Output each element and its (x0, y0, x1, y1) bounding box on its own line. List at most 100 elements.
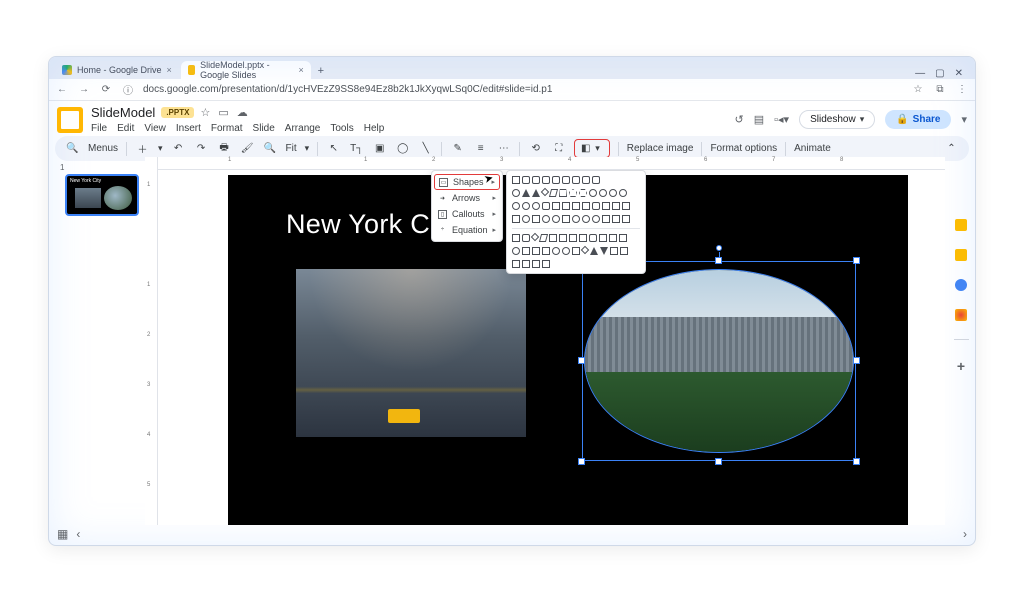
minimize-icon[interactable]: ― (915, 68, 925, 79)
shape-pie[interactable] (512, 202, 520, 210)
redo-icon[interactable]: ↷ (194, 141, 209, 156)
shape-pentagon[interactable] (569, 189, 577, 197)
menu-help[interactable]: Help (364, 123, 385, 134)
resize-handle[interactable] (853, 357, 860, 364)
selected-image-frame[interactable] (582, 261, 856, 461)
shape-flow-seq-access[interactable] (512, 260, 520, 268)
shape-flow-tape[interactable] (542, 247, 550, 255)
contacts-addon-icon[interactable] (955, 279, 967, 291)
slide-canvas[interactable]: New York City (158, 170, 945, 525)
shape-snip-rect[interactable] (532, 176, 540, 184)
shape-octagon[interactable] (599, 189, 607, 197)
shape-flow-predef[interactable] (549, 234, 557, 242)
cloud-status-icon[interactable]: ☁ (237, 106, 248, 119)
shape-snip-rect-2[interactable] (542, 176, 550, 184)
share-button[interactable]: 🔒 Share (885, 110, 951, 129)
zoom-icon[interactable]: 🔍 (263, 141, 278, 156)
shape-parallelogram[interactable] (549, 189, 558, 197)
menu-tools[interactable]: Tools (330, 123, 353, 134)
resize-handle[interactable] (853, 257, 860, 264)
back-icon[interactable]: ← (55, 84, 69, 95)
shape-flow-card[interactable] (532, 247, 540, 255)
shape-heart[interactable] (552, 215, 560, 223)
menu-insert[interactable]: Insert (176, 123, 201, 134)
shape-flow-direct-access[interactable] (532, 260, 540, 268)
shape-diagonal-stripe[interactable] (572, 202, 580, 210)
shape-flow-decision[interactable] (531, 233, 539, 241)
shape-no-symbol[interactable] (522, 215, 530, 223)
shape-right-triangle[interactable] (532, 189, 540, 197)
shape-flow-multidoc[interactable] (579, 234, 587, 242)
zoom-fit[interactable]: Fit (286, 143, 297, 154)
undo-icon[interactable]: ↶ (171, 141, 186, 156)
history-icon[interactable]: ↺ (735, 113, 744, 126)
star-icon[interactable]: ☆ (200, 106, 210, 119)
menu-arrange[interactable]: Arrange (285, 123, 321, 134)
new-slide-icon[interactable]: ＋ (135, 141, 150, 156)
chevron-down-icon[interactable]: ▾ (305, 143, 310, 154)
border-color-icon[interactable]: ✎ (450, 141, 465, 156)
shape-flow-magnetic[interactable] (522, 260, 530, 268)
mask-ellipse[interactable] (584, 269, 854, 453)
menu-item-callouts[interactable]: ▯ Callouts ▸ (432, 206, 502, 222)
shape-flow-stored[interactable] (610, 247, 618, 255)
rotate-handle-icon[interactable] (716, 245, 722, 251)
forward-icon[interactable]: → (77, 84, 91, 95)
menu-item-equation[interactable]: ÷ Equation ▸ (432, 222, 502, 238)
shape-flow-prep[interactable] (599, 234, 607, 242)
shape-bevel[interactable] (622, 202, 630, 210)
shape-round-rect-6[interactable] (592, 176, 600, 184)
menus-button[interactable]: Menus (88, 143, 118, 154)
bookmark-icon[interactable]: ☆ (911, 84, 925, 95)
shape-hexagon[interactable] (579, 189, 587, 197)
url-text[interactable]: docs.google.com/presentation/d/1ycHVEzZ9… (143, 84, 903, 95)
shape-cloud[interactable] (592, 215, 600, 223)
shape-cube[interactable] (612, 202, 620, 210)
next-slide-icon[interactable]: › (963, 527, 967, 541)
shape-round-rect-3[interactable] (562, 176, 570, 184)
shape-flow-extract[interactable] (590, 247, 598, 255)
select-icon[interactable]: ↖ (326, 141, 341, 156)
shape-triangle[interactable] (522, 189, 530, 197)
shape-flow-terminator[interactable] (589, 234, 597, 242)
browser-menu-icon[interactable]: ⋮ (955, 84, 969, 95)
slideshow-button[interactable]: Slideshow ▾ (799, 110, 875, 129)
format-options-button[interactable]: Format options (710, 143, 777, 154)
shape-flow-sort[interactable] (581, 246, 589, 254)
close-icon[interactable]: × (299, 65, 304, 75)
menu-view[interactable]: View (144, 123, 166, 134)
shape-donut[interactable] (512, 215, 520, 223)
shape-flow-or[interactable] (562, 247, 570, 255)
shape-arc[interactable] (602, 215, 610, 223)
shape-plaque[interactable] (592, 202, 600, 210)
menu-item-arrows[interactable]: ➜ Arrows ▸ (432, 190, 502, 206)
shape-bracket[interactable] (612, 215, 620, 223)
search-icon[interactable]: 🔍 (65, 141, 80, 156)
reload-icon[interactable]: ⟳ (99, 84, 113, 95)
shape-flow-delay[interactable] (620, 247, 628, 255)
menu-slide[interactable]: Slide (253, 123, 275, 134)
resize-handle[interactable] (715, 257, 722, 264)
shape-dodecagon[interactable] (619, 189, 627, 197)
animate-button[interactable]: Animate (794, 143, 831, 154)
shape-flow-merge[interactable] (600, 247, 608, 255)
resize-handle[interactable] (578, 458, 585, 465)
resize-handle[interactable] (715, 458, 722, 465)
shape-flow-collate[interactable] (572, 247, 580, 255)
new-tab-button[interactable]: + (313, 63, 329, 79)
shape-lightning[interactable] (562, 215, 570, 223)
crop-icon[interactable]: ⛶ (551, 141, 566, 156)
shape-flow-display[interactable] (542, 260, 550, 268)
resize-handle[interactable] (578, 357, 585, 364)
add-addon-icon[interactable]: + (957, 358, 965, 374)
browser-tab[interactable]: Home - Google Drive × (55, 61, 179, 79)
slides-logo-icon[interactable] (57, 107, 83, 133)
image-icon[interactable]: ▣ (372, 141, 387, 156)
shape-flow-manual-input[interactable] (609, 234, 617, 242)
shape-flow-alt[interactable] (522, 234, 530, 242)
menu-edit[interactable]: Edit (117, 123, 134, 134)
shape-rounded-rect[interactable] (522, 176, 530, 184)
shape-round-rect-2[interactable] (552, 176, 560, 184)
shape-flow-document[interactable] (569, 234, 577, 242)
shape-sun[interactable] (572, 215, 580, 223)
